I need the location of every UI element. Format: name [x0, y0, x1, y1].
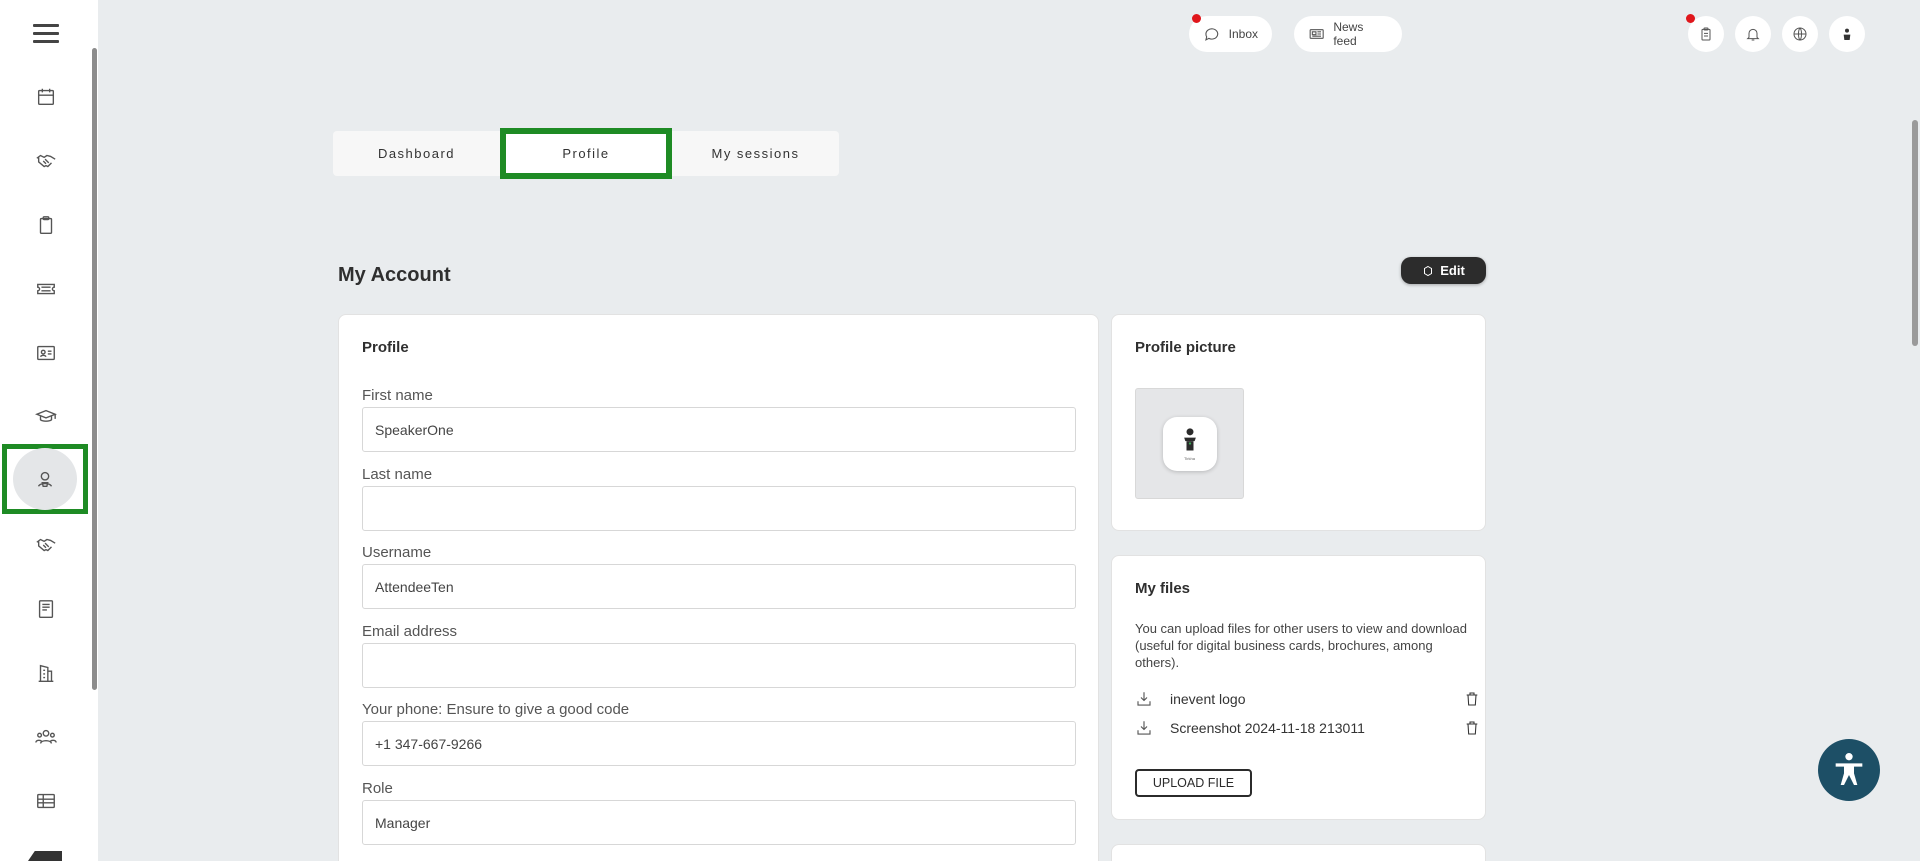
file-name[interactable]: Screenshot 2024-11-18 213011 — [1170, 720, 1365, 736]
news-feed-label: News feed — [1333, 20, 1364, 48]
phone-label: Your phone: Ensure to give a good code — [362, 701, 630, 718]
calendar-icon — [37, 88, 55, 106]
profile-tabs: Dashboard Profile My sessions — [333, 128, 839, 179]
trash-icon[interactable] — [1464, 690, 1480, 708]
role-label: Role — [362, 780, 393, 797]
news-feed-button[interactable]: News feed — [1294, 16, 1402, 52]
ticket-icon — [37, 283, 55, 295]
sidebar-item-tickets[interactable] — [13, 259, 79, 319]
accessibility-icon — [1835, 753, 1863, 785]
profile-card-title: Profile — [362, 339, 409, 356]
last-name-input[interactable] — [362, 486, 1076, 531]
sidebar-item-tables[interactable] — [13, 771, 79, 831]
sidebar-item-attendees[interactable] — [13, 707, 79, 767]
sidebar-item-agenda[interactable] — [13, 67, 79, 127]
role-input[interactable] — [362, 800, 1076, 845]
sidebar-item-speakers[interactable] — [2, 444, 88, 514]
file-row[interactable]: Screenshot 2024-11-18 213011 — [1135, 716, 1480, 740]
gear-icon — [1424, 265, 1433, 276]
trash-icon[interactable] — [1464, 719, 1480, 737]
sidebar-item-networking[interactable] — [13, 131, 79, 191]
id-card-icon — [37, 345, 55, 361]
menu-icon[interactable] — [33, 24, 59, 44]
book-icon — [38, 600, 54, 618]
first-name-label: First name — [362, 387, 433, 404]
profile-picture-card: Profile picture Tirkha — [1111, 314, 1486, 531]
sidebar-item-exhibitors[interactable] — [13, 643, 79, 703]
sidebar-item-education[interactable] — [13, 387, 79, 447]
sidebar-item-documents[interactable] — [13, 579, 79, 639]
my-files-description: You can upload files for other users to … — [1135, 621, 1467, 670]
username-label: Username — [362, 544, 432, 561]
profile-picture[interactable]: Tirkha — [1135, 388, 1244, 499]
notifications-button[interactable] — [1735, 16, 1771, 52]
active-item-highlight — [13, 448, 77, 510]
avatar: Tirkha — [1162, 416, 1217, 471]
avatar-caption: Tirkha — [1184, 456, 1195, 461]
chat-bubble-icon — [1205, 28, 1219, 41]
tab-profile[interactable]: Profile — [500, 128, 672, 179]
tasks-notification-dot — [1686, 14, 1695, 23]
next-card — [1111, 844, 1486, 861]
clipboard-icon — [39, 216, 53, 234]
user-avatar-button[interactable] — [1829, 16, 1865, 52]
inbox-notification-dot — [1192, 14, 1201, 23]
file-name[interactable]: inevent logo — [1170, 691, 1246, 707]
upload-file-button[interactable]: UPLOAD FILE — [1135, 769, 1252, 797]
email-label: Email address — [362, 623, 458, 640]
email-input[interactable] — [362, 643, 1076, 688]
my-files-title: My files — [1135, 580, 1191, 597]
username-input[interactable] — [362, 564, 1076, 609]
brand-logo — [28, 851, 62, 861]
speaker-podium-icon — [1183, 428, 1196, 451]
building-icon — [38, 664, 54, 682]
bell-icon — [1746, 28, 1760, 41]
profile-card: Profile First name Last name Username Em… — [338, 314, 1099, 861]
tab-dashboard[interactable]: Dashboard — [333, 131, 500, 176]
handshake-icon — [36, 154, 56, 168]
inbox-label: Inbox — [1228, 27, 1258, 41]
speaker-icon — [37, 471, 53, 488]
clipboard-icon — [1701, 27, 1711, 41]
last-name-label: Last name — [362, 466, 433, 483]
edit-button[interactable]: Edit — [1401, 257, 1486, 284]
file-row[interactable]: inevent logo — [1135, 687, 1480, 711]
download-icon[interactable] — [1135, 690, 1153, 708]
sidebar-scrollbar[interactable] — [92, 48, 97, 690]
tab-my-sessions[interactable]: My sessions — [672, 131, 839, 176]
handshake-icon — [36, 538, 56, 552]
page-title: My Account — [338, 264, 451, 286]
language-button[interactable] — [1782, 16, 1818, 52]
newspaper-icon — [1309, 29, 1324, 39]
speaker-avatar-icon — [1843, 28, 1851, 40]
download-icon[interactable] — [1135, 719, 1153, 737]
edit-label: Edit — [1440, 263, 1465, 278]
inbox-button[interactable]: Inbox — [1189, 16, 1272, 52]
globe-icon — [1793, 27, 1807, 41]
people-icon — [35, 729, 57, 744]
sidebar-item-tasks[interactable] — [13, 195, 79, 255]
first-name-input[interactable] — [362, 407, 1076, 452]
page-scrollbar[interactable] — [1912, 120, 1918, 346]
sidebar — [0, 0, 98, 861]
my-files-card: My files You can upload files for other … — [1111, 555, 1486, 820]
phone-input[interactable] — [362, 721, 1076, 766]
table-icon — [37, 793, 55, 809]
profile-picture-title: Profile picture — [1135, 339, 1236, 356]
sidebar-item-badge[interactable] — [13, 323, 79, 383]
accessibility-button[interactable] — [1818, 739, 1880, 801]
sidebar-item-sponsors[interactable] — [13, 515, 79, 575]
graduation-cap-icon — [35, 409, 57, 422]
